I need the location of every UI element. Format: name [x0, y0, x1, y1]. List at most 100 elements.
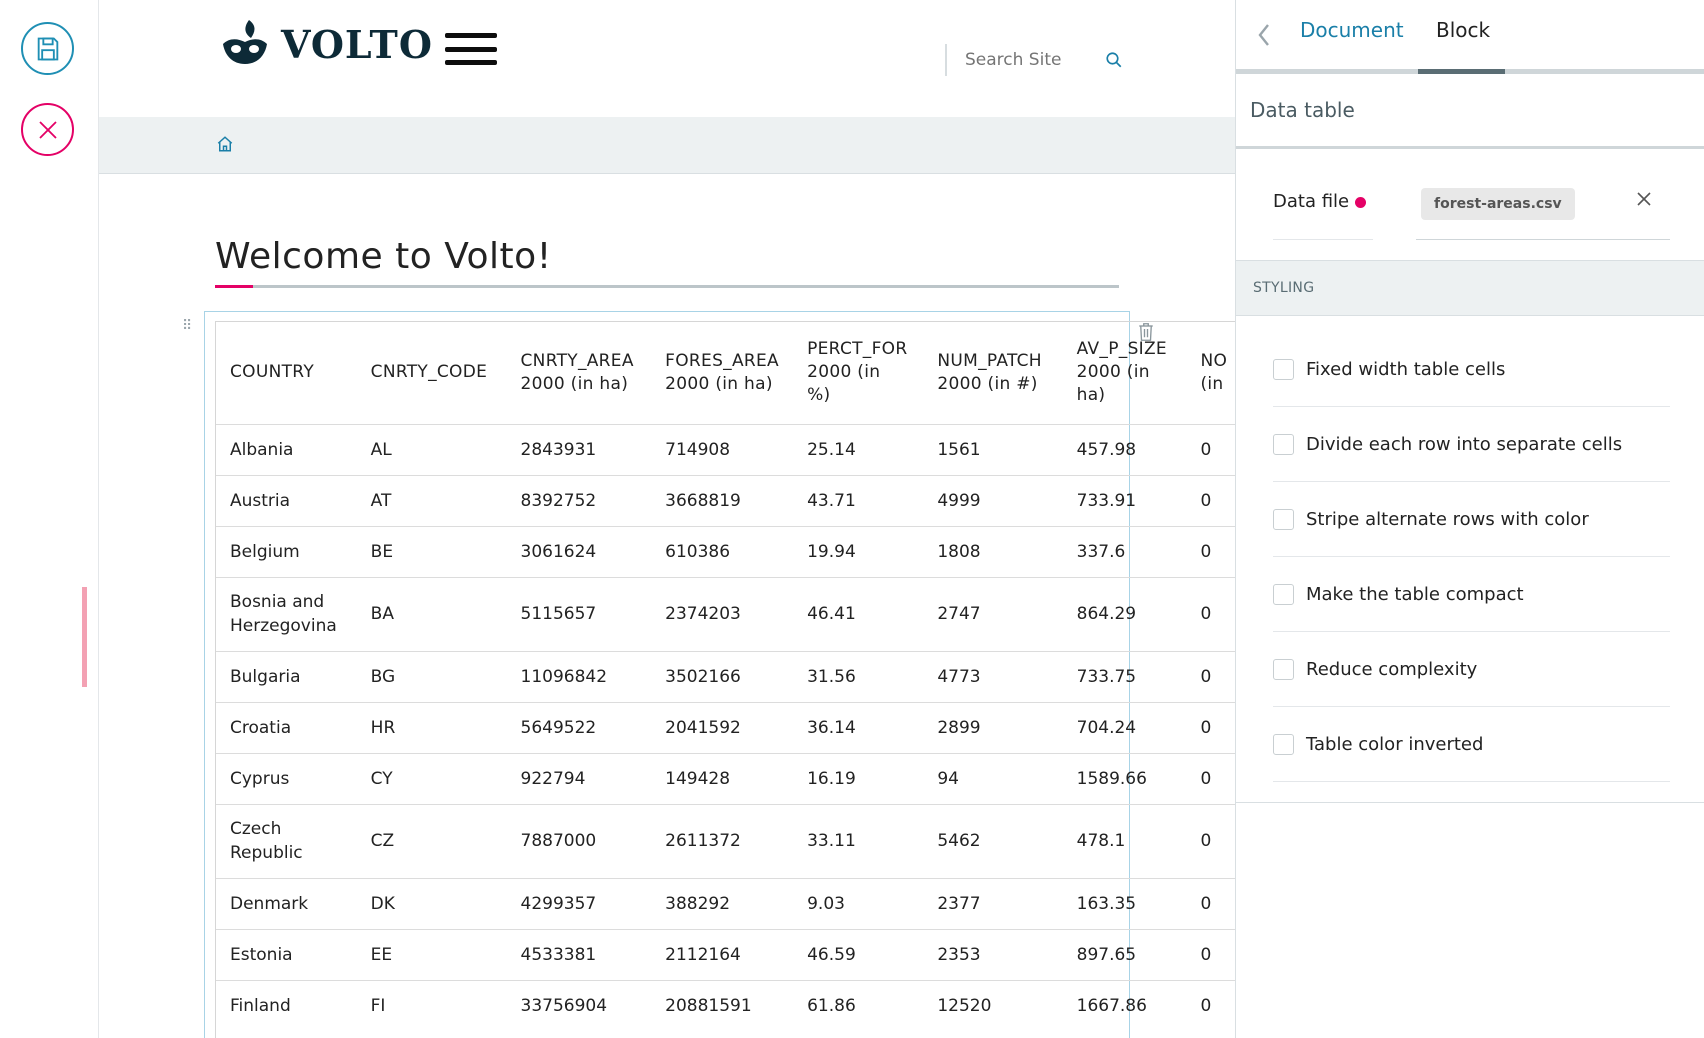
country-name: Bosnia and [230, 592, 325, 612]
column-header-label: NUM_PATCH [937, 350, 1042, 371]
tab-block[interactable]: Block [1436, 18, 1490, 42]
table-row: Estonia EE 4533381 2112164 46.59 2353 897.65 0 [216, 928, 1235, 980]
option-compact[interactable]: Make the table compact [1273, 557, 1670, 632]
table-cell: EE [356, 928, 507, 980]
table-row: Bosnia and Herzegovina BA 5115657 2374203 46.… [216, 576, 1235, 651]
checkbox[interactable] [1273, 433, 1294, 455]
table-cell: 4533381 [506, 928, 652, 980]
table-cell: 864.29 [1062, 576, 1187, 651]
table-cell: 0 [1186, 803, 1235, 878]
table-cell: 94 [923, 752, 1063, 804]
save-button[interactable] [21, 22, 74, 75]
close-icon[interactable] [1636, 191, 1652, 207]
table-cell: 2377 [923, 877, 1063, 929]
checkbox[interactable] [1273, 733, 1294, 755]
chevron-left-icon[interactable] [1256, 22, 1272, 48]
column-header: AV_P_SIZE 2000 (in ha) [1063, 322, 1187, 424]
table-cell: BG [356, 650, 507, 702]
table-cell: 1808 [923, 525, 1063, 577]
site-header: VOLTO [99, 0, 1235, 117]
table-cell: Bosnia and Herzegovina [216, 576, 357, 651]
table-cell: 2112164 [651, 928, 794, 980]
tab-document[interactable]: Document [1300, 18, 1404, 42]
column-header-label: (in [1200, 373, 1224, 394]
page-title[interactable]: Welcome to Volto! [215, 236, 1119, 277]
drag-handle-icon[interactable]: ⠿ [182, 319, 192, 333]
table-cell: 20881591 [651, 979, 794, 1031]
table-cell: 2353 [923, 928, 1063, 980]
table-cell: HR [356, 701, 507, 753]
table-cell: Croatia [216, 701, 357, 753]
column-header: NUM_PATCH 2000 (in #) [923, 322, 1062, 424]
hamburger-menu-button[interactable] [445, 33, 497, 65]
data-file-label: Data file [1273, 191, 1367, 212]
country-name: Bulgaria [230, 666, 301, 687]
table-cell: 149428 [651, 752, 794, 804]
checkbox[interactable] [1273, 583, 1294, 605]
table-cell: 25.14 [793, 423, 924, 475]
table-cell: 0 [1186, 979, 1235, 1031]
option-inverted[interactable]: Table color inverted [1273, 707, 1670, 782]
table-cell: Bulgaria [216, 650, 357, 702]
table-cell: 4999 [923, 474, 1063, 526]
column-header-label: PERCT_FOR [807, 339, 908, 360]
table-cell: 1561 [923, 423, 1063, 475]
table-cell: 19.94 [793, 525, 924, 577]
table-cell: 4773 [923, 650, 1063, 702]
volto-logo-icon [223, 20, 267, 64]
table-cell: 0 [1186, 576, 1235, 651]
data-file-field: Data file forest-areas.csv [1236, 149, 1704, 261]
site-logo[interactable]: VOLTO [219, 18, 433, 70]
column-header-label: FORES_AREA [665, 350, 779, 371]
option-stripe-rows[interactable]: Stripe alternate rows with color [1273, 482, 1670, 557]
search-icon[interactable] [1105, 51, 1123, 69]
table-cell: CY [356, 752, 507, 804]
table-cell: 31.56 [793, 650, 924, 702]
option-label: Reduce complexity [1306, 658, 1478, 680]
table-row: Albania AL 2843931 714908 25.14 1561 457.98 0 [216, 423, 1235, 475]
divider [1236, 802, 1704, 803]
table-cell: BA [356, 576, 507, 651]
table-cell: 478.1 [1062, 803, 1187, 878]
table-cell: 4299357 [506, 877, 652, 929]
table-cell: 46.59 [793, 928, 924, 980]
table-cell: Albania [216, 423, 357, 475]
country-name: Belgium [230, 541, 300, 562]
cancel-button[interactable] [21, 103, 74, 156]
checkbox[interactable] [1273, 658, 1294, 680]
table-cell: 714908 [651, 423, 794, 475]
table-cell: 0 [1186, 423, 1235, 475]
table-cell: 5462 [923, 803, 1063, 878]
table-row: Denmark DK 4299357 388292 9.03 2377 163.35 0 [216, 877, 1235, 929]
table-cell: 8392752 [506, 474, 652, 526]
styling-label: STYLING [1253, 280, 1315, 296]
table-cell: 163.35 [1062, 877, 1187, 929]
table-cell: 16.19 [793, 752, 924, 804]
table-cell: 5115657 [506, 576, 652, 651]
checkbox[interactable] [1273, 508, 1294, 530]
table-cell: DK [356, 877, 507, 929]
table-cell: 3061624 [506, 525, 652, 577]
country-name: Republic [230, 843, 303, 863]
table-cell: 733.91 [1062, 474, 1187, 526]
table-cell: 43.71 [793, 474, 924, 526]
data-file-chip[interactable]: forest-areas.csv [1421, 188, 1575, 220]
table-cell: 2041592 [651, 701, 794, 753]
title-block[interactable]: Welcome to Volto! [215, 236, 1119, 288]
table-cell: 0 [1186, 701, 1235, 753]
search-box [945, 44, 1225, 76]
search-input[interactable] [965, 50, 1105, 70]
styling-options: Fixed width table cells Divide each row … [1273, 332, 1670, 782]
option-fixed-width[interactable]: Fixed width table cells [1273, 332, 1670, 407]
option-divide-rows[interactable]: Divide each row into separate cells [1273, 407, 1670, 482]
table-row: Croatia HR 5649522 2041592 36.14 2899 704.24 0 [216, 701, 1235, 753]
styling-section-header[interactable]: STYLING [1236, 261, 1704, 316]
table-row: Austria AT 8392752 3668819 43.71 4999 733.91 0 [216, 474, 1235, 526]
table-cell: 33.11 [793, 803, 924, 878]
checkbox[interactable] [1273, 358, 1294, 380]
home-icon[interactable] [216, 135, 234, 153]
option-label: Make the table compact [1306, 583, 1524, 605]
table-cell: 0 [1186, 928, 1235, 980]
table-cell: 12520 [923, 979, 1063, 1031]
option-reduce-complexity[interactable]: Reduce complexity [1273, 632, 1670, 707]
